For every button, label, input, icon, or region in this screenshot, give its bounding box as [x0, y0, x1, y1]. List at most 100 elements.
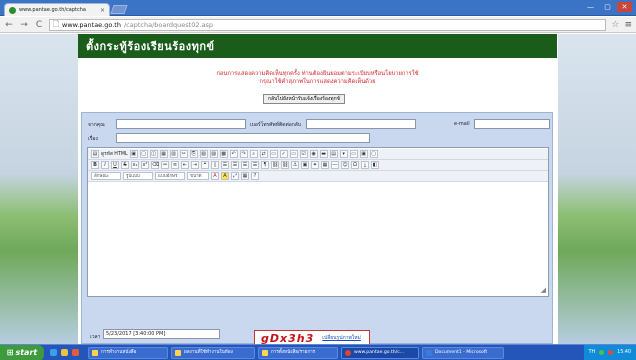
taskbar-item-4[interactable]: www.pantae.go.th/c...: [341, 346, 419, 359]
minimize-button[interactable]: —: [583, 2, 598, 12]
back-arrow-icon[interactable]: ←: [4, 20, 14, 30]
close-window-button[interactable]: ✕: [617, 2, 632, 12]
taskbar-item-3[interactable]: การตั้งหนังสือ/รายการ: [258, 346, 338, 359]
quick-launch-folder-icon[interactable]: [61, 349, 68, 356]
image-button-icon[interactable]: ▣: [359, 150, 368, 158]
clock[interactable]: 15:40: [617, 350, 631, 355]
network-icon[interactable]: [599, 350, 605, 355]
replace-icon[interactable]: ⇄: [259, 150, 268, 158]
bullet-list-icon[interactable]: ≡: [171, 161, 179, 169]
taskbar-item-2[interactable]: ผลงานที่ใช้ทำงานในห้อง: [171, 346, 255, 359]
align-left-icon[interactable]: ☰: [221, 161, 229, 169]
bidi-icon[interactable]: ¶: [261, 161, 269, 169]
smiley-icon[interactable]: ☺: [341, 161, 349, 169]
paste-text-icon[interactable]: ▨: [209, 150, 218, 158]
address-bar[interactable]: www.pantae.go.th/captcha/boardquest02.as…: [49, 18, 607, 31]
select-icon[interactable]: ▾: [339, 150, 348, 158]
editor-content-area[interactable]: [89, 183, 547, 293]
remove-format-icon[interactable]: ⌫: [151, 161, 159, 169]
url-host: www.pantae.go.th: [62, 20, 121, 29]
from-input[interactable]: [116, 119, 246, 129]
text-color-icon[interactable]: A: [211, 172, 219, 180]
bold-icon[interactable]: B: [91, 161, 99, 169]
radio-icon[interactable]: ◉: [309, 150, 318, 158]
image-icon[interactable]: ▣: [301, 161, 309, 169]
source-button[interactable]: ดูรหัส HTML: [101, 150, 128, 158]
textarea-icon[interactable]: ▤: [329, 150, 338, 158]
template-icon[interactable]: ▥: [169, 150, 178, 158]
anchor-icon[interactable]: ⚓: [291, 161, 299, 169]
italic-icon[interactable]: I: [101, 161, 109, 169]
hidden-field-icon[interactable]: ▢: [369, 150, 378, 158]
undo-icon[interactable]: ↶: [229, 150, 238, 158]
special-char-icon[interactable]: Ω: [351, 161, 359, 169]
quick-launch-ie-icon[interactable]: [50, 349, 57, 356]
button-icon[interactable]: ▭: [349, 150, 358, 158]
language-indicator[interactable]: TH: [589, 350, 596, 355]
preview-icon[interactable]: ◫: [149, 150, 158, 158]
subscript-icon[interactable]: x₂: [131, 161, 139, 169]
security-icon[interactable]: [608, 350, 614, 355]
numbered-list-icon[interactable]: ≔: [161, 161, 169, 169]
browser-tab[interactable]: www.pantae.go.th/captcha ×: [4, 3, 110, 16]
cut-icon[interactable]: ✂: [179, 150, 188, 158]
table-icon[interactable]: ▦: [321, 161, 329, 169]
size-select[interactable]: ขนาด: [187, 172, 209, 180]
checkbox-icon[interactable]: ☑: [299, 150, 308, 158]
print-icon[interactable]: ▦: [159, 150, 168, 158]
unlink-icon[interactable]: ⛓: [281, 161, 289, 169]
taskbar-item-5[interactable]: Document1 - Microsoft: [422, 346, 504, 359]
show-blocks-icon[interactable]: ▦: [241, 172, 249, 180]
spellcheck-icon[interactable]: ✓: [279, 150, 288, 158]
justify-icon[interactable]: ☰: [251, 161, 259, 169]
blockquote-icon[interactable]: ❝: [201, 161, 209, 169]
paste-icon[interactable]: ▧: [199, 150, 208, 158]
bookmark-star-icon[interactable]: ☆: [611, 20, 619, 30]
superscript-icon[interactable]: x²: [141, 161, 149, 169]
phone-input[interactable]: [306, 119, 416, 129]
flash-icon[interactable]: ✦: [311, 161, 319, 169]
bg-color-icon[interactable]: A: [221, 172, 229, 180]
subject-input[interactable]: [116, 133, 370, 143]
align-center-icon[interactable]: ☰: [231, 161, 239, 169]
maximize-button[interactable]: ▢: [600, 2, 615, 12]
help-icon[interactable]: ?: [251, 172, 259, 180]
save-icon[interactable]: ▣: [129, 150, 138, 158]
style-select[interactable]: ลักษณะ: [91, 172, 121, 180]
textfield-icon[interactable]: ▬: [319, 150, 328, 158]
font-select[interactable]: แบบอักษร: [155, 172, 185, 180]
date-field[interactable]: 5/23/2017 [3:40:00 PM]: [103, 329, 220, 339]
align-right-icon[interactable]: ☰: [241, 161, 249, 169]
tab-close-icon[interactable]: ×: [100, 7, 105, 14]
captcha-refresh-link[interactable]: เปลี่ยนรูปภาพใหม่: [322, 334, 361, 342]
hr-icon[interactable]: ―: [331, 161, 339, 169]
form-icon[interactable]: ▭: [289, 150, 298, 158]
back-to-complaints-button[interactable]: กลับไปยังหน้ารับแจ้งเรื่องร้องทุกข์: [263, 94, 346, 104]
format-select[interactable]: รูปแบบ: [123, 172, 153, 180]
maximize-icon[interactable]: ⤢: [231, 172, 239, 180]
start-button[interactable]: ⊞ start: [0, 344, 44, 360]
new-page-icon[interactable]: ▢: [139, 150, 148, 158]
quick-launch-media-icon[interactable]: [72, 349, 79, 356]
find-icon[interactable]: ⌕: [249, 150, 258, 158]
underline-icon[interactable]: U: [111, 161, 119, 169]
resize-grip-icon[interactable]: ◢: [541, 286, 546, 294]
forward-arrow-icon[interactable]: →: [19, 20, 29, 30]
link-icon[interactable]: ⛓: [271, 161, 279, 169]
page-break-icon[interactable]: ⤓: [361, 161, 369, 169]
email-input[interactable]: [474, 119, 550, 129]
div-icon[interactable]: ▯: [211, 161, 219, 169]
copy-icon[interactable]: ⎘: [189, 150, 198, 158]
select-all-icon[interactable]: ▭: [269, 150, 278, 158]
iframe-icon[interactable]: ◧: [371, 161, 379, 169]
paste-word-icon[interactable]: ▩: [219, 150, 228, 158]
indent-icon[interactable]: ⇥: [191, 161, 199, 169]
new-tab-button[interactable]: [110, 5, 128, 14]
taskbar-item-1[interactable]: การทำงานหนังสือ: [88, 346, 168, 359]
source-icon[interactable]: ▤: [91, 150, 99, 158]
reload-icon[interactable]: C: [34, 20, 44, 30]
redo-icon[interactable]: ↷: [239, 150, 248, 158]
outdent-icon[interactable]: ⇤: [181, 161, 189, 169]
strike-icon[interactable]: S: [121, 161, 129, 169]
browser-menu-icon[interactable]: ≡: [624, 20, 632, 30]
